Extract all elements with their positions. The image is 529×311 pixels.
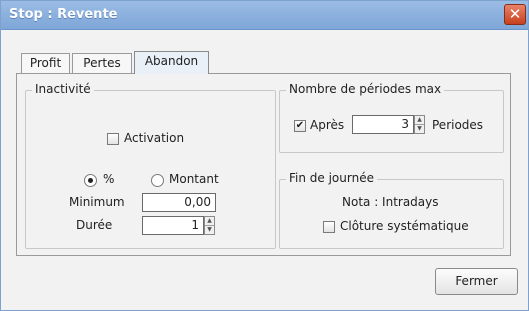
group-fin-journee: Fin de journée Nota : Intradays Clôture … bbox=[279, 171, 504, 249]
dialog-window: Stop : Revente ✕ Profit Pertes Abandon I… bbox=[0, 0, 529, 311]
stepper-up-icon[interactable]: ▲ bbox=[205, 217, 214, 225]
group-inactivite: Inactivité Activation % Montant Minimum … bbox=[25, 82, 276, 249]
periodes-stepper[interactable]: ▲ ▼ bbox=[414, 115, 425, 134]
tab-label: Profit bbox=[29, 56, 62, 70]
nota-text: Nota : Intradays bbox=[342, 195, 439, 209]
group-legend: Inactivité bbox=[32, 82, 94, 96]
duree-field[interactable]: 1 bbox=[142, 216, 204, 235]
tab-label: Pertes bbox=[83, 56, 121, 70]
close-icon[interactable]: ✕ bbox=[504, 4, 526, 25]
apres-checkbox[interactable]: ✔ bbox=[294, 120, 306, 132]
group-legend: Nombre de périodes max bbox=[286, 82, 445, 96]
radio-montant[interactable] bbox=[151, 174, 164, 187]
tab-label: Abandon bbox=[144, 54, 199, 68]
stepper-down-icon[interactable]: ▼ bbox=[205, 225, 214, 234]
tab-profit[interactable]: Profit bbox=[21, 53, 70, 73]
title-bar[interactable]: Stop : Revente ✕ bbox=[1, 1, 528, 30]
group-periodes: Nombre de périodes max ✔ Après 3 ▲ ▼ Per… bbox=[279, 82, 504, 153]
radio-percent-label: % bbox=[103, 172, 115, 186]
radio-percent[interactable] bbox=[84, 174, 97, 187]
cloture-checkbox[interactable] bbox=[323, 221, 335, 233]
cloture-label: Clôture systématique bbox=[340, 219, 469, 233]
stepper-down-icon[interactable]: ▼ bbox=[415, 124, 424, 133]
apres-label: Après bbox=[310, 118, 345, 132]
window-title: Stop : Revente bbox=[9, 7, 118, 22]
duree-label: Durée bbox=[76, 218, 113, 232]
minimum-field[interactable]: 0,00 bbox=[142, 193, 216, 212]
minimum-label: Minimum bbox=[69, 195, 125, 209]
periodes-field[interactable]: 3 bbox=[352, 115, 414, 134]
duree-stepper[interactable]: ▲ ▼ bbox=[204, 216, 215, 235]
group-legend: Fin de journée bbox=[286, 171, 377, 185]
tab-pertes[interactable]: Pertes bbox=[72, 53, 132, 73]
periodes-label: Periodes bbox=[432, 118, 484, 132]
tab-abandon[interactable]: Abandon bbox=[134, 51, 209, 74]
activation-checkbox[interactable] bbox=[107, 133, 119, 145]
fermer-button[interactable]: Fermer bbox=[435, 268, 518, 295]
stepper-up-icon[interactable]: ▲ bbox=[415, 116, 424, 124]
radio-montant-label: Montant bbox=[169, 172, 219, 186]
tab-panel-abandon: Inactivité Activation % Montant Minimum … bbox=[16, 73, 511, 256]
activation-label: Activation bbox=[124, 131, 185, 145]
